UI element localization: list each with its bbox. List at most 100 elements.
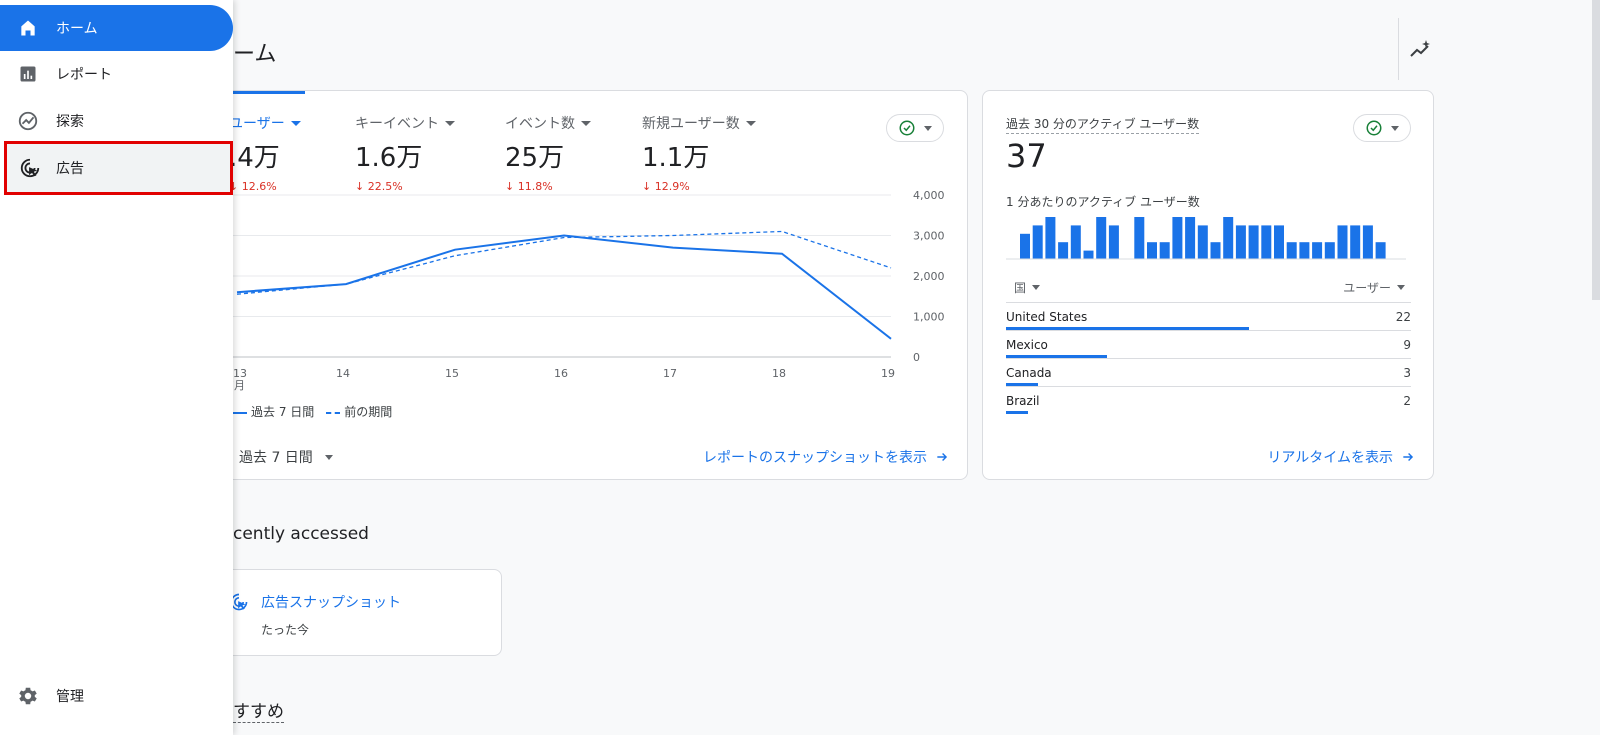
per-minute-bar bbox=[1185, 217, 1196, 259]
realtime-title: 過去 30 分のアクティブ ユーザー数 bbox=[1006, 115, 1200, 134]
x-tick-label: 18 bbox=[772, 367, 786, 380]
view-report-snapshot-link[interactable]: レポートのスナップショットを表示 bbox=[703, 447, 949, 467]
recommended-title: すすめ bbox=[233, 697, 284, 723]
advertising-icon bbox=[4, 157, 56, 179]
date-range-label: 過去 7 日間 bbox=[239, 450, 313, 466]
recent-item-card[interactable]: 広告スナップショット たった今 bbox=[214, 569, 502, 656]
metric-event-count[interactable]: イベント数 25万 ↓ 11.8% bbox=[505, 113, 591, 193]
page-title: ーム bbox=[233, 42, 277, 67]
y-tick-label: 4,000 bbox=[913, 189, 945, 202]
table-row[interactable]: Canada 3 bbox=[1006, 358, 1411, 386]
country-users: 22 bbox=[1395, 310, 1411, 324]
table-row[interactable]: Brazil 2 bbox=[1006, 386, 1411, 414]
sidebar-item-label: 管理 bbox=[56, 689, 84, 705]
recently-accessed-title: cently accessed bbox=[233, 524, 369, 544]
per-minute-bar bbox=[1058, 242, 1069, 259]
per-minute-bar bbox=[1312, 242, 1323, 259]
sidebar-item-home[interactable]: ホーム bbox=[0, 5, 233, 51]
metric-label: ユーザー bbox=[229, 116, 285, 132]
country-users: 3 bbox=[1403, 366, 1411, 380]
x-tick-label: 15 bbox=[445, 367, 459, 380]
caret-down-icon bbox=[1391, 125, 1399, 131]
y-tick-label: 2,000 bbox=[913, 270, 945, 283]
x-tick-label: 14 bbox=[336, 367, 350, 380]
caret-down-icon bbox=[324, 454, 333, 460]
link-label: レポートのスナップショットを表示 bbox=[703, 450, 927, 466]
table-row[interactable]: Mexico 9 bbox=[1006, 330, 1411, 358]
per-minute-bar bbox=[1324, 242, 1335, 259]
sidebar-item-label: 探索 bbox=[56, 114, 84, 130]
country-users: 9 bbox=[1403, 338, 1411, 352]
realtime-card: 過去 30 分のアクティブ ユーザー数 37 1 分あたりのアクティブ ユーザー… bbox=[982, 90, 1434, 480]
metric-users[interactable]: ユーザー .4万 ↓ 12.6% bbox=[229, 113, 301, 193]
per-minute-bar bbox=[1375, 242, 1386, 259]
country-name: Mexico bbox=[1006, 338, 1048, 352]
y-tick-label: 0 bbox=[913, 351, 920, 364]
sidebar-item-reports[interactable]: レポート bbox=[0, 51, 233, 97]
y-tick-label: 1,000 bbox=[913, 311, 945, 324]
per-minute-bar bbox=[1147, 242, 1157, 259]
realtime-count: 37 bbox=[1006, 137, 1047, 175]
per-minute-bar bbox=[1197, 225, 1208, 259]
per-minute-bar bbox=[1108, 225, 1119, 259]
explore-icon bbox=[0, 110, 56, 132]
caret-down-icon bbox=[745, 120, 756, 126]
bar-chart-icon bbox=[0, 64, 56, 84]
link-label: リアルタイムを表示 bbox=[1267, 450, 1393, 466]
column-header-label: 国 bbox=[1014, 281, 1027, 295]
metric-new-users[interactable]: 新規ユーザー数 1.1万 ↓ 12.9% bbox=[642, 113, 756, 193]
metric-key-events[interactable]: キーイベント 1.6万 ↓ 22.5% bbox=[355, 113, 455, 193]
table-row[interactable]: United States 22 bbox=[1006, 302, 1411, 330]
per-minute-bar-chart bbox=[1006, 217, 1406, 260]
recent-item-time: たった今 bbox=[261, 623, 310, 637]
legend-dashed-swatch bbox=[326, 411, 341, 414]
arrow-right-icon bbox=[1403, 453, 1414, 461]
view-realtime-link[interactable]: リアルタイムを表示 bbox=[1267, 447, 1415, 467]
metric-value: .4万 bbox=[229, 143, 280, 173]
metric-value: 25万 bbox=[505, 143, 565, 173]
country-column-header[interactable]: 国 bbox=[1014, 279, 1041, 296]
users-column-header[interactable]: ユーザー bbox=[1343, 279, 1405, 296]
sidebar-item-advertising[interactable]: 広告 bbox=[4, 141, 233, 195]
realtime-status-button[interactable] bbox=[1353, 114, 1411, 142]
x-tick-label: 16 bbox=[554, 367, 568, 380]
legend-label: 前の期間 bbox=[344, 405, 393, 419]
page-scrollbar[interactable] bbox=[1592, 0, 1600, 300]
arrow-right-icon bbox=[937, 453, 948, 461]
sidebar-item-explore[interactable]: 探索 bbox=[0, 98, 233, 144]
x-tick-label: 17 bbox=[663, 367, 677, 380]
date-range-select[interactable]: 過去 7 日間 bbox=[239, 447, 333, 467]
series-line-current bbox=[236, 234, 892, 340]
country-name: Brazil bbox=[1006, 394, 1040, 408]
per-minute-bar bbox=[1223, 217, 1234, 259]
per-minute-bar bbox=[1261, 225, 1272, 259]
data-quality-button[interactable] bbox=[886, 114, 944, 142]
y-tick-label: 3,000 bbox=[913, 230, 945, 243]
per-minute-label: 1 分あたりのアクティブ ユーザー数 bbox=[1006, 195, 1200, 209]
caret-down-icon bbox=[445, 120, 455, 126]
overview-card: ユーザー .4万 ↓ 12.6% キーイベント 1.6万 ↓ 22.5% イベン… bbox=[214, 90, 968, 480]
per-minute-bar bbox=[1248, 225, 1259, 259]
legend-current: 過去 7 日間 bbox=[233, 403, 314, 420]
sidebar-item-label: レポート bbox=[56, 67, 112, 83]
sidebar-item-label: ホーム bbox=[56, 21, 98, 37]
sidebar-item-admin[interactable]: 管理 bbox=[0, 673, 233, 719]
per-minute-bar bbox=[1070, 225, 1081, 259]
recent-item-title: 広告スナップショット bbox=[261, 595, 401, 611]
metric-label: 新規ユーザー数 bbox=[642, 116, 740, 132]
x-tick-label: 19 bbox=[881, 367, 895, 380]
per-minute-bar bbox=[1159, 242, 1170, 259]
per-minute-bar bbox=[1299, 242, 1310, 259]
per-minute-bar bbox=[1350, 225, 1361, 259]
gear-icon bbox=[0, 685, 56, 707]
insights-sparkle-icon[interactable] bbox=[1409, 38, 1433, 66]
country-share-bar bbox=[1006, 411, 1029, 414]
metric-value: 1.6万 bbox=[355, 143, 423, 173]
per-minute-bar bbox=[1210, 242, 1221, 259]
sidebar-item-label: 広告 bbox=[56, 161, 84, 177]
country-name: Canada bbox=[1006, 366, 1052, 380]
per-minute-bar bbox=[1134, 217, 1145, 259]
metric-value: 1.1万 bbox=[642, 143, 710, 173]
line-chart: 4,0003,0002,0001,000013 14 15 16 17 18 197月 bbox=[215, 189, 945, 392]
per-minute-bar bbox=[1045, 217, 1056, 259]
